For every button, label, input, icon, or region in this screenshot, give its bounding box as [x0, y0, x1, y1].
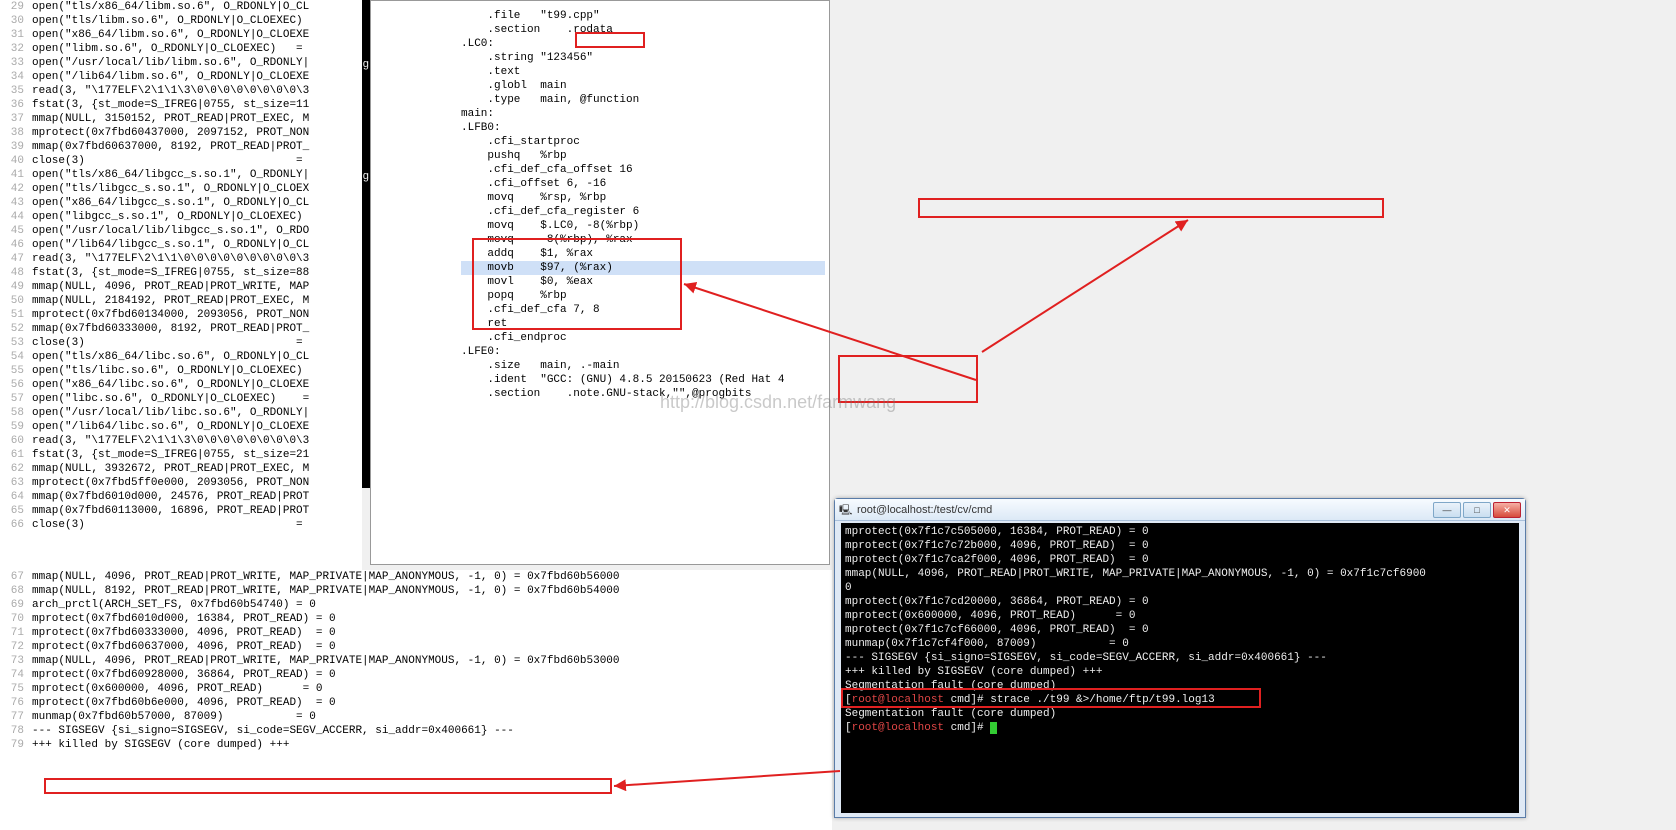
terminal-bottom[interactable]: mprotect(0x7f1c7c505000, 16384, PROT_REA…	[841, 523, 1519, 813]
titlebar[interactable]: 🖳 root@localhost:/test/cv/cmd — □ ✕	[835, 499, 1525, 521]
asm-line: ret	[461, 317, 825, 331]
asm-line: .section .note.GNU-stack,"",@progbits	[461, 387, 825, 401]
asm-line: .type main, @function	[461, 93, 825, 107]
strace-code: open("tls/x86_64/libm.so.6", O_RDONLY|O_…	[32, 0, 362, 532]
asm-line: addq $1, %rax	[461, 247, 825, 261]
asm-line: .size main, .-main	[461, 359, 825, 373]
terminal-line: mmap(NULL, 4096, PROT_READ|PROT_WRITE, M…	[845, 567, 1515, 581]
window-title: root@localhost:/test/cv/cmd	[857, 504, 992, 516]
maximize-button[interactable]: □	[1463, 502, 1491, 518]
terminal-window: 🖳 root@localhost:/test/cv/cmd — □ ✕ mpro…	[834, 498, 1526, 818]
strace-code: mmap(NULL, 4096, PROT_READ|PROT_WRITE, M…	[32, 570, 832, 752]
terminal-line: munmap(0x7f1c7cf4f000, 87009) = 0	[845, 637, 1515, 651]
asm-line: .globl main	[461, 79, 825, 93]
terminal-line: mprotect(0x7f1c7c72b000, 4096, PROT_READ…	[845, 539, 1515, 553]
asm-line: .cfi_endproc	[461, 331, 825, 345]
terminal-icon: 🖳	[839, 503, 853, 517]
annotation-box-source	[838, 355, 978, 403]
terminal-line: mprotect(0x7f1c7ca2f000, 4096, PROT_READ…	[845, 553, 1515, 567]
asm-line: .file "t99.cpp"	[461, 9, 825, 23]
asm-line: popq %rbp	[461, 289, 825, 303]
asm-line: .ident "GCC: (GNU) 4.8.5 20150623 (Red H…	[461, 373, 825, 387]
asm-line: movb $97, (%rax)	[461, 261, 825, 275]
terminal-line: +++ killed by SIGSEGV (core dumped) +++	[845, 665, 1515, 679]
terminal-line: [root@localhost cmd]# strace ./t99 &>/ho…	[845, 693, 1515, 707]
line-gutter: 29 30 31 32 33 34 35 36 37 38 39 40 41 4…	[0, 0, 30, 532]
strace-log-pane-wide[interactable]: 67 68 69 70 71 72 73 74 75 76 77 78 79 m…	[0, 570, 832, 830]
asm-line: movq %rsp, %rbp	[461, 191, 825, 205]
terminal-line: mprotect(0x7f1c7cf66000, 4096, PROT_READ…	[845, 623, 1515, 637]
asm-line: .section .rodata	[461, 23, 825, 37]
arrow-warning-to-source	[978, 216, 1198, 356]
minimize-button[interactable]: —	[1433, 502, 1461, 518]
asm-line: .cfi_def_cfa 7, 8	[461, 303, 825, 317]
asm-line: .string "123456"	[461, 51, 825, 65]
asm-line: .cfi_def_cfa_offset 16	[461, 163, 825, 177]
terminal-line: mprotect(0x600000, 4096, PROT_READ) = 0	[845, 609, 1515, 623]
terminal-line: mprotect(0x7f1c7cd20000, 36864, PROT_REA…	[845, 595, 1515, 609]
asm-line: movq -8(%rbp), %rax	[461, 233, 825, 247]
terminal-line: Segmentation fault (core dumped)	[845, 707, 1515, 721]
terminal-line: Segmentation fault (core dumped)	[845, 679, 1515, 693]
asm-line: .cfi_startproc	[461, 135, 825, 149]
asm-line: .text	[461, 65, 825, 79]
annotation-box-warning	[918, 198, 1384, 218]
asm-line: pushq %rbp	[461, 149, 825, 163]
asm-line: .cfi_def_cfa_register 6	[461, 205, 825, 219]
strace-log-pane-narrow[interactable]: 29 30 31 32 33 34 35 36 37 38 39 40 41 4…	[0, 0, 362, 570]
cursor	[990, 722, 997, 734]
line-gutter: 67 68 69 70 71 72 73 74 75 76 77 78 79	[0, 570, 30, 752]
asm-line: .LFE0:	[461, 345, 825, 359]
terminal-line: mprotect(0x7f1c7c505000, 16384, PROT_REA…	[845, 525, 1515, 539]
terminal-line: [root@localhost cmd]#	[845, 721, 1515, 735]
close-button[interactable]: ✕	[1493, 502, 1521, 518]
terminal-line: --- SIGSEGV {si_signo=SIGSEGV, si_code=S…	[845, 651, 1515, 665]
asm-line: .LFB0:	[461, 121, 825, 135]
asm-line: movl $0, %eax	[461, 275, 825, 289]
asm-line: .LC0:	[461, 37, 825, 51]
terminal-line: 0	[845, 581, 1515, 595]
asm-line: .cfi_offset 6, -16	[461, 177, 825, 191]
assembly-pane[interactable]: .file "t99.cpp" .section .rodata.LC0: .s…	[370, 0, 830, 565]
asm-line: movq $.LC0, -8(%rbp)	[461, 219, 825, 233]
asm-line: main:	[461, 107, 825, 121]
